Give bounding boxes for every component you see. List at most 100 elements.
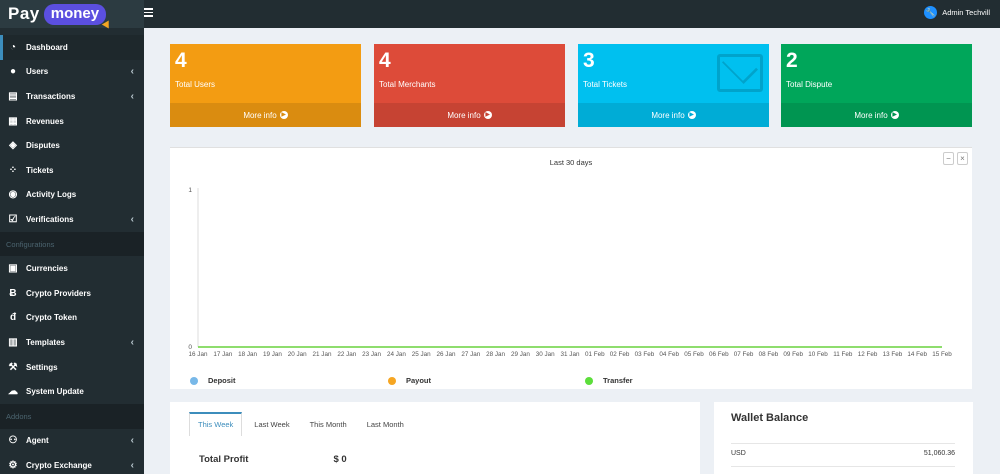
legend-item-transfer[interactable]: Transfer xyxy=(585,376,633,385)
more-info-link[interactable]: More info ▶ xyxy=(781,103,972,127)
arrow-circle-right-icon: ▶ xyxy=(890,111,899,119)
sidebar-item-label: Revenues xyxy=(26,116,64,126)
user-menu[interactable]: 🔧 Admin Techvill xyxy=(924,6,990,19)
y-tick-label: 0 xyxy=(188,344,192,351)
more-info-text: More info xyxy=(447,110,481,120)
profit-value: $ 0 xyxy=(333,454,347,465)
legend-label: Deposit xyxy=(208,376,236,385)
more-info-link[interactable]: More info ▶ xyxy=(170,103,361,127)
sidebar-item-settings[interactable]: ⚒ Settings xyxy=(0,355,144,380)
legend-label: Payout xyxy=(406,376,432,385)
sidebar-item-label: Tickets xyxy=(26,165,54,175)
x-tick-label: 27 Jan xyxy=(461,351,480,358)
sidebar-item-crypto-exchange[interactable]: ⚙ Crypto Exchange ‹ xyxy=(0,453,144,474)
tab-last-week[interactable]: Last Week xyxy=(246,412,297,436)
bitcoin-icon: Ƀ xyxy=(9,287,17,299)
stat-value: 3 xyxy=(583,49,595,72)
sidebar-item-currencies[interactable]: ▣ Currencies xyxy=(0,256,144,281)
stat-value: 2 xyxy=(786,49,798,72)
eye-icon: ◉ xyxy=(8,189,18,201)
more-info-text: More info xyxy=(651,110,685,120)
stat-box-tickets: 3 Total Tickets More info ▶ xyxy=(578,44,769,127)
tab-this-month[interactable]: This Month xyxy=(302,412,355,436)
user-name: Admin Techvill xyxy=(942,8,990,17)
sidebar-item-users[interactable]: ● Users ‹ xyxy=(0,60,144,85)
legend-dot-icon xyxy=(190,376,198,385)
sidebar-item-revenues[interactable]: ▦ Revenues xyxy=(0,109,144,134)
profit-row: Total Profit $ 0 xyxy=(199,454,347,465)
sidebar-item-label: Currencies xyxy=(26,264,68,274)
legend-dot-icon xyxy=(585,376,593,385)
profit-label: Total Profit xyxy=(199,454,249,465)
divider xyxy=(731,443,955,444)
sidebar-item-agent[interactable]: ⚇ Agent ‹ xyxy=(0,429,144,454)
tab-this-week[interactable]: This Week xyxy=(189,412,243,436)
x-tick-label: 11 Feb xyxy=(833,351,853,358)
stat-box-disputes: 2 Total Dispute More info ▶ xyxy=(781,44,972,127)
cloud-upload-icon: ☁ xyxy=(8,386,18,398)
chevron-left-icon: ‹ xyxy=(130,90,134,102)
chevron-left-icon: ‹ xyxy=(130,435,134,447)
sidebar-item-templates[interactable]: ▥ Templates ‹ xyxy=(0,330,144,355)
more-info-link[interactable]: More info ▶ xyxy=(374,103,565,127)
arrow-circle-right-icon: ▶ xyxy=(279,111,288,119)
wallet-amount: 51,060.36 xyxy=(923,450,955,457)
template-icon: ▥ xyxy=(8,336,18,348)
x-tick-label: 10 Feb xyxy=(808,351,828,358)
divider xyxy=(731,466,955,467)
sidebar-item-verifications[interactable]: ☑ Verifications ‹ xyxy=(0,207,144,232)
chevron-left-icon: ‹ xyxy=(130,459,134,471)
x-tick-label: 23 Jan xyxy=(362,351,381,358)
tab-last-month[interactable]: Last Month xyxy=(359,412,412,436)
x-tick-label: 15 Feb xyxy=(932,351,952,358)
more-info-link[interactable]: More info ▶ xyxy=(578,103,769,127)
sidebar-item-label: Users xyxy=(26,67,49,77)
x-tick-label: 12 Feb xyxy=(858,351,878,358)
sidebar-item-tickets[interactable]: ⁘ Tickets xyxy=(0,158,144,183)
sidebar-item-crypto-providers[interactable]: Ƀ Crypto Providers xyxy=(0,281,144,306)
chevron-left-icon: ‹ xyxy=(130,66,134,78)
chevron-left-icon: ‹ xyxy=(130,336,134,348)
agent-icon: ⚇ xyxy=(8,435,18,447)
brand-money-badge: money xyxy=(43,3,113,31)
legend-item-payout[interactable]: Payout xyxy=(388,376,431,385)
sidebar-item-dashboard[interactable]: ◔ Dashboard xyxy=(0,35,144,60)
sidebar-item-system-update[interactable]: ☁ System Update xyxy=(0,379,144,404)
sidebar-menu: ◔ Dashboard ● Users ‹ ▤ Transactions ‹ ▦ Revenues… xyxy=(0,28,144,474)
legend-item-deposit[interactable]: Deposit xyxy=(190,376,236,385)
top-navbar: 🔧 Admin Techvill xyxy=(144,0,1000,28)
x-tick-label: 08 Feb xyxy=(759,351,779,358)
sidebar-item-label: Settings xyxy=(26,362,58,372)
wallet-currency: USD xyxy=(731,450,746,457)
envelope-icon xyxy=(717,54,763,92)
x-tick-label: 17 Jan xyxy=(213,351,232,358)
more-info-text: More info xyxy=(854,110,888,120)
arrow-circle-right-icon: ▶ xyxy=(687,111,696,119)
sidebar-item-label: Agent xyxy=(26,436,49,446)
sidebar-item-disputes[interactable]: ◈ Disputes xyxy=(0,133,144,158)
stat-label: Total Tickets xyxy=(583,80,628,89)
wallet-balance-panel: Wallet Balance USD 51,060.36 xyxy=(714,402,973,474)
sidebar-item-label: Crypto Exchange xyxy=(26,460,92,470)
stat-box-users: 4 Total Users More info ▶ xyxy=(170,44,361,127)
x-tick-label: 26 Jan xyxy=(437,351,456,358)
sidebar-item-activity-logs[interactable]: ◉ Activity Logs xyxy=(0,183,144,208)
brand-logo[interactable]: Pay money xyxy=(0,0,144,31)
sidebar-item-crypto-token[interactable]: đ Crypto Token xyxy=(0,306,144,331)
y-tick-label: 1 xyxy=(188,187,192,194)
sidebar-item-transactions[interactable]: ▤ Transactions ‹ xyxy=(0,84,144,109)
chart-panel: Last 30 days − × 0 1 16 Jan 17 Jan 18 Jan 19 … xyxy=(170,147,972,389)
stat-label: Total Users xyxy=(175,80,216,89)
x-tick-label: 22 Jan xyxy=(337,351,356,358)
user-icon: ● xyxy=(9,66,17,78)
legend-dot-icon xyxy=(388,376,396,385)
x-tick-label: 16 Jan xyxy=(189,351,208,358)
hamburger-menu-icon[interactable] xyxy=(144,8,153,17)
stat-box-merchants: 4 Total Merchants More info ▶ xyxy=(374,44,565,127)
sidebar-item-label: Verifications xyxy=(26,214,74,224)
x-tick-label: 29 Jan xyxy=(511,351,530,358)
legend-label: Transfer xyxy=(603,376,633,385)
sidebar: Pay money ◔ Dashboard ● Users ‹ ▤ Transactions… xyxy=(0,0,144,474)
wallet-title: Wallet Balance xyxy=(731,412,809,424)
sidebar-item-label: Crypto Providers xyxy=(26,288,91,298)
